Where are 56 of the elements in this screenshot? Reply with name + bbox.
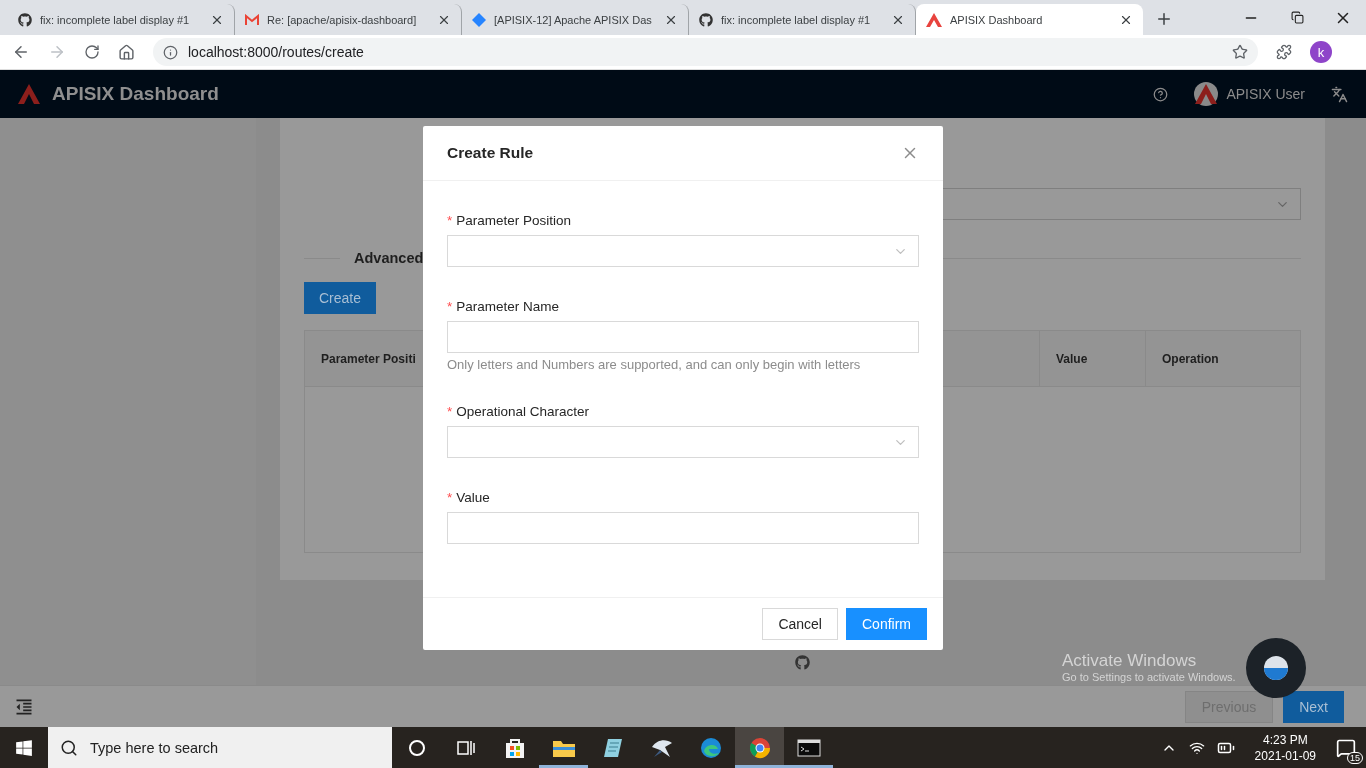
logo-icon [926,12,942,27]
home-icon[interactable] [118,43,135,61]
bag-icon[interactable] [503,736,526,759]
field-label: * Parameter Position [447,211,573,230]
github-icon [18,12,32,27]
help-text: Only letters and Numbers are supported, and can only begin with letters [447,357,862,372]
language-icon[interactable] [1331,85,1348,103]
field-label: * Operational Character [447,402,591,421]
terminal-icon[interactable] [796,738,821,757]
next-button[interactable]: Next [1283,690,1344,723]
github-icon [699,12,713,27]
notepad-icon[interactable] [601,736,624,759]
activation-title: Activate Windows [1062,651,1197,671]
field-label: * Value [447,488,491,507]
column-header: Parameter Positi [321,351,416,366]
user-avatar[interactable] [1194,82,1219,106]
activation-text: Go to Settings to activate Windows. [1062,671,1236,683]
reload-icon[interactable] [84,44,100,60]
url-text: localhost:8000/routes/create [188,44,364,60]
user-name[interactable]: APISIX User [1226,86,1305,102]
restore-icon[interactable] [1290,11,1304,24]
column-header: Operation [1162,351,1219,366]
input-field[interactable] [447,321,919,353]
info-icon [163,44,178,60]
mail-icon [245,13,259,26]
task-view-icon[interactable] [456,739,475,756]
dialog-title: Create Rule [447,144,534,162]
profile-avatar[interactable]: k [1310,41,1332,63]
section-title: Advanced [354,250,424,266]
star-icon[interactable] [1232,44,1248,60]
logo-icon [1195,84,1218,104]
search-icon [60,738,78,757]
search-placeholder: Type here to search [90,739,219,756]
cancel-button[interactable]: Cancel [762,608,838,640]
field-label: * Parameter Name [447,297,561,316]
diamond-icon [472,12,486,27]
chrome-icon[interactable] [748,736,771,759]
start-icon[interactable] [15,738,33,757]
column-header: Value [1056,351,1088,366]
address-bar[interactable]: localhost:8000/routes/create [153,38,1258,66]
circle-icon[interactable] [407,738,426,757]
input-field[interactable] [447,512,919,544]
app-title: APISIX Dashboard [52,83,219,105]
back-icon[interactable] [12,43,30,61]
clock[interactable]: 4:23 PM 2021-01-09 [1254,731,1316,764]
create-button[interactable]: Create [304,282,376,314]
help-icon[interactable] [1153,86,1169,102]
new-tab-icon[interactable] [1155,10,1173,28]
edge-icon[interactable] [699,736,722,759]
github-icon[interactable] [795,655,810,670]
search-field[interactable]: Type here to search [48,727,392,768]
notification-count: 15 [1347,751,1363,764]
half-circle-icon [1263,655,1289,681]
logo-icon [18,84,40,104]
browser-tab[interactable]: APISIX Dashboard [916,4,1143,35]
extensions-icon[interactable] [1276,44,1292,60]
